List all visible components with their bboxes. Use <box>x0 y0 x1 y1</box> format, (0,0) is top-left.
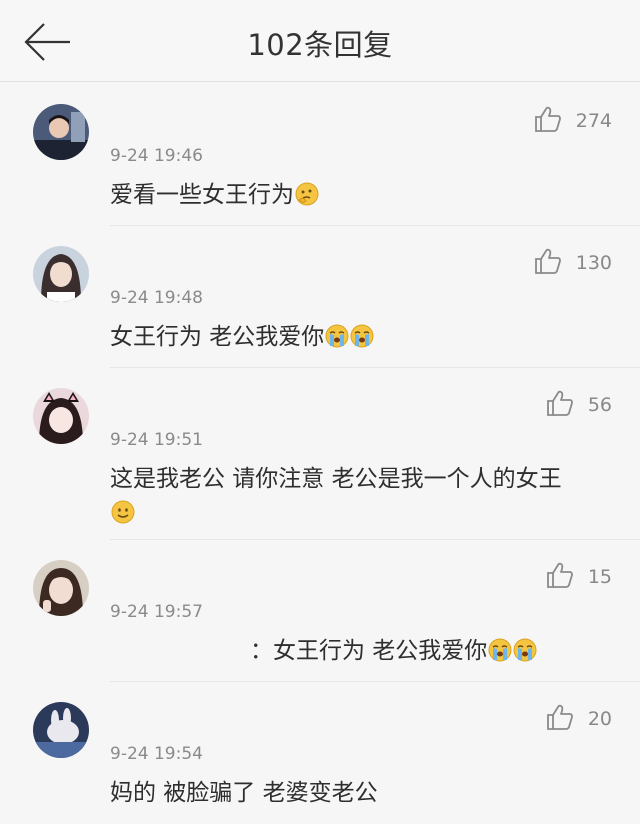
avatar[interactable] <box>33 104 89 160</box>
comment-time: 9-24 19:57 <box>110 602 203 622</box>
comment-item: 15 9-24 19:57 ：女王行为 老公我爱你 <box>0 540 640 682</box>
like-button[interactable]: 20 <box>546 704 612 734</box>
thumbs-up-icon <box>546 703 574 735</box>
comment-text: 妈的 被脸骗了 老婆变老公 <box>110 776 604 810</box>
like-count: 274 <box>575 110 612 132</box>
page-title: 102条回复 <box>247 28 393 62</box>
comment-time: 9-24 19:46 <box>110 146 203 166</box>
comment-text-content: ：女王行为 老公我爱你 <box>250 638 488 664</box>
thumbs-up-icon <box>546 561 574 593</box>
comment-time: 9-24 19:54 <box>110 744 203 764</box>
comment-item: 274 9-24 19:46 爱看一些女王行为 <box>0 84 640 226</box>
comment-item: 56 9-24 19:51 这是我老公 请你注意 老公是我一个人的女王 <box>0 368 640 540</box>
like-button[interactable]: 274 <box>534 106 612 136</box>
avatar[interactable] <box>33 246 89 302</box>
like-count: 15 <box>587 566 612 588</box>
top-bar: 102条回复 <box>0 0 640 82</box>
comment-item: 130 9-24 19:48 女王行为 老公我爱你 <box>0 226 640 368</box>
comment-text: 这是我老公 请你注意 老公是我一个人的女王 <box>110 462 604 530</box>
comment-time: 9-24 19:51 <box>110 430 203 450</box>
crying-face-icon <box>350 324 374 348</box>
like-count: 20 <box>587 708 612 730</box>
thumbs-up-icon <box>534 105 562 137</box>
smiling-face-icon <box>111 500 135 524</box>
crying-face-icon <box>488 638 512 662</box>
thinking-face-icon <box>295 182 319 206</box>
like-button[interactable]: 15 <box>546 562 612 592</box>
comment-text-content: 爱看一些女王行为 <box>110 182 294 208</box>
comment-text-content: 妈的 被脸骗了 老婆变老公 <box>110 780 378 806</box>
comment-text: ：女王行为 老公我爱你 <box>250 634 604 668</box>
crying-face-icon <box>513 638 537 662</box>
comment-text: 女王行为 老公我爱你 <box>110 320 604 354</box>
thumbs-up-icon <box>534 247 562 279</box>
thumbs-up-icon <box>546 389 574 421</box>
avatar[interactable] <box>33 560 89 616</box>
comment-text-content: 这是我老公 请你注意 老公是我一个人的女王 <box>110 466 562 492</box>
avatar[interactable] <box>33 702 89 758</box>
like-button[interactable]: 130 <box>534 248 612 278</box>
comment-text-content: 女王行为 老公我爱你 <box>110 324 325 350</box>
like-count: 130 <box>575 252 612 274</box>
like-count: 56 <box>587 394 612 416</box>
reply-list: 274 9-24 19:46 爱看一些女王行为 130 9-24 19:48 女… <box>0 84 640 824</box>
like-button[interactable]: 56 <box>546 390 612 420</box>
comment-item: 20 9-24 19:54 妈的 被脸骗了 老婆变老公 <box>0 682 640 824</box>
avatar[interactable] <box>33 388 89 444</box>
comment-time: 9-24 19:48 <box>110 288 203 308</box>
comment-text: 爱看一些女王行为 <box>110 178 604 212</box>
crying-face-icon <box>325 324 349 348</box>
